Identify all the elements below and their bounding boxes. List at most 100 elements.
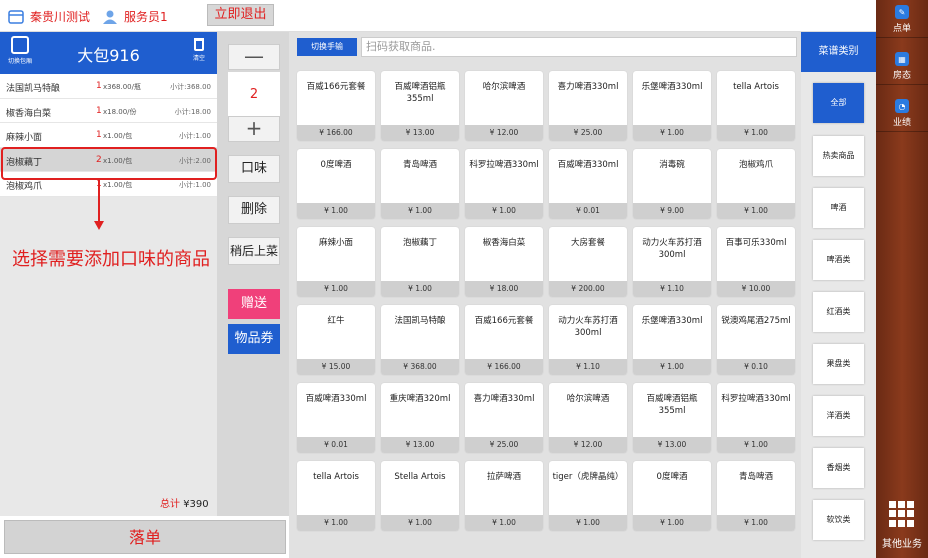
order-item-price: x1.00/包 <box>103 132 133 140</box>
product-card[interactable]: 喜力啤酒330ml ¥ 25.00 <box>549 71 627 141</box>
order-header: 切换包厢 大包916 清空 <box>0 32 217 74</box>
category-item[interactable]: 洋酒类 <box>813 396 864 436</box>
order-item-price: x1.00/包 <box>103 181 133 189</box>
product-card[interactable]: 乐堡啤酒330ml ¥ 1.00 <box>633 305 711 375</box>
category-item[interactable]: 软饮类 <box>813 500 864 540</box>
product-card[interactable]: 百威啤酒铝瓶355ml ¥ 13.00 <box>633 383 711 453</box>
product-card[interactable]: 椒香海白菜 ¥ 18.00 <box>465 227 543 297</box>
product-card[interactable]: tella Artois ¥ 1.00 <box>297 461 375 531</box>
category-item[interactable]: 啤酒类 <box>813 240 864 280</box>
product-card[interactable]: 百威啤酒330ml ¥ 0.01 <box>297 383 375 453</box>
product-card[interactable]: 0度啤酒 ¥ 1.00 <box>633 461 711 531</box>
product-name: 消毒碗 <box>659 160 685 170</box>
other-business-label[interactable]: 其他业务 <box>876 535 928 550</box>
sidebar-item-order[interactable]: ✎ 点单 <box>876 0 928 38</box>
gift-button[interactable]: 赠送 <box>228 289 280 319</box>
product-card[interactable]: 泡椒藕丁 ¥ 1.00 <box>381 227 459 297</box>
product-card[interactable]: tella Artois ¥ 1.00 <box>717 71 795 141</box>
product-price: ¥ 12.00 <box>465 125 543 141</box>
product-price: ¥ 0.10 <box>717 359 795 375</box>
product-card[interactable]: 百威166元套餐 ¥ 166.00 <box>297 71 375 141</box>
product-name: 哈尔滨啤酒 <box>482 82 526 92</box>
product-price: ¥ 1.00 <box>381 281 459 297</box>
quantity-display: 2 <box>228 72 280 118</box>
product-card[interactable]: 科罗拉啤酒330ml ¥ 1.00 <box>465 149 543 219</box>
product-card[interactable]: 百威啤酒铝瓶355ml ¥ 13.00 <box>381 71 459 141</box>
product-price: ¥ 12.00 <box>549 437 627 453</box>
order-item-qty: 1 <box>96 105 102 116</box>
delete-button[interactable]: 删除 <box>228 196 280 224</box>
product-price: ¥ 1.00 <box>633 515 711 531</box>
product-price: ¥ 18.00 <box>465 281 543 297</box>
product-name: 喜力啤酒330ml <box>473 394 535 404</box>
category-all[interactable]: 全部 <box>813 83 864 123</box>
product-card[interactable]: 哈尔滨啤酒 ¥ 12.00 <box>465 71 543 141</box>
voucher-button[interactable]: 物品券 <box>228 324 280 354</box>
product-name: 百威啤酒330ml <box>305 394 367 404</box>
product-name: 动力火车苏打酒300ml <box>642 238 702 260</box>
store-icon <box>8 9 24 24</box>
product-card[interactable]: 重庆啤酒320ml ¥ 13.00 <box>381 383 459 453</box>
product-card[interactable]: 哈尔滨啤酒 ¥ 12.00 <box>549 383 627 453</box>
product-price: ¥ 1.10 <box>633 281 711 297</box>
increase-button[interactable]: + <box>228 116 280 142</box>
clear-button[interactable]: 清空 <box>189 38 209 62</box>
category-item[interactable]: 红酒类 <box>813 292 864 332</box>
product-price: ¥ 1.00 <box>633 359 711 375</box>
product-card[interactable]: 百事可乐330ml ¥ 10.00 <box>717 227 795 297</box>
product-card[interactable]: 锐澳鸡尾酒275ml ¥ 0.10 <box>717 305 795 375</box>
apps-grid-icon[interactable] <box>889 501 915 527</box>
product-card[interactable]: 喜力啤酒330ml ¥ 25.00 <box>465 383 543 453</box>
submit-order-button[interactable]: 落单 <box>4 520 286 554</box>
product-card[interactable]: 动力火车苏打酒300ml ¥ 1.10 <box>633 227 711 297</box>
product-name: 法国凯马特酿 <box>394 316 446 326</box>
product-card[interactable]: 麻辣小面 ¥ 1.00 <box>297 227 375 297</box>
product-card[interactable]: 乐堡啤酒330ml ¥ 1.00 <box>633 71 711 141</box>
switch-input-button[interactable]: 切换手输 <box>297 38 357 56</box>
order-row[interactable]: 椒香海白菜 1 x18.00/份 小计:18.00 <box>0 98 217 123</box>
product-card[interactable]: 科罗拉啤酒330ml ¥ 1.00 <box>717 383 795 453</box>
order-item-subtotal: 小计:1.00 <box>179 181 211 189</box>
serve-later-button[interactable]: 稍后上菜 <box>228 237 280 265</box>
category-item[interactable]: 热卖商品 <box>813 136 864 176</box>
sidebar-item-room-status[interactable]: ▦ 房态 <box>876 47 928 85</box>
order-item-subtotal: 小计:1.00 <box>179 132 211 140</box>
product-price: ¥ 1.00 <box>381 515 459 531</box>
flavor-button[interactable]: 口味 <box>228 155 280 183</box>
product-name: 乐堡啤酒330ml <box>641 82 703 92</box>
sidebar-item-performance[interactable]: ◔ 业绩 <box>876 94 928 132</box>
product-card[interactable]: 拉萨啤酒 ¥ 1.00 <box>465 461 543 531</box>
order-item-subtotal: 小计:368.00 <box>170 83 211 91</box>
product-card[interactable]: tiger（虎牌晶纯） ¥ 1.00 <box>549 461 627 531</box>
product-card[interactable]: 红牛 ¥ 15.00 <box>297 305 375 375</box>
product-card[interactable]: 消毒碗 ¥ 9.00 <box>633 149 711 219</box>
product-price: ¥ 1.00 <box>465 515 543 531</box>
order-item-qty: 1 <box>96 81 102 91</box>
scan-input[interactable]: 扫码获取商品. <box>361 37 797 57</box>
category-item[interactable]: 果盘类 <box>813 344 864 384</box>
decrease-button[interactable]: — <box>228 44 280 70</box>
product-card[interactable]: Stella Artois ¥ 1.00 <box>381 461 459 531</box>
category-item[interactable]: 啤酒 <box>813 188 864 228</box>
category-item[interactable]: 香烟类 <box>813 448 864 488</box>
product-name: 泡椒鸡爪 <box>738 160 773 170</box>
product-card[interactable]: 百威啤酒330ml ¥ 0.01 <box>549 149 627 219</box>
product-card[interactable]: 泡椒鸡爪 ¥ 1.00 <box>717 149 795 219</box>
order-total: 总计 ¥390 <box>160 495 209 510</box>
highlight-box <box>1 147 217 180</box>
product-card[interactable]: 大房套餐 ¥ 200.00 <box>549 227 627 297</box>
order-row[interactable]: 麻辣小面 1 x1.00/包 小计:1.00 <box>0 123 217 148</box>
product-card[interactable]: 百威166元套餐 ¥ 166.00 <box>465 305 543 375</box>
product-card[interactable]: 动力火车苏打酒300ml ¥ 1.10 <box>549 305 627 375</box>
product-card[interactable]: 0度啤酒 ¥ 1.00 <box>297 149 375 219</box>
product-name: tiger（虎牌晶纯） <box>552 472 624 482</box>
exit-button[interactable]: 立即退出 <box>207 4 274 26</box>
product-card[interactable]: 法国凯马特酿 ¥ 368.00 <box>381 305 459 375</box>
top-bar: 秦贵川测试 服务员1 立即退出 <box>0 0 876 32</box>
order-row[interactable]: 法国凯马特酿 1 x368.00/瓶 小计:368.00 <box>0 74 217 99</box>
room-status-icon: ▦ <box>895 52 909 66</box>
product-card[interactable]: 青岛啤酒 ¥ 1.00 <box>717 461 795 531</box>
product-card[interactable]: 青岛啤酒 ¥ 1.00 <box>381 149 459 219</box>
category-panel: 菜谱类别 全部 热卖商品 啤酒 啤酒类 红酒类 果盘类 洋酒类 香烟类 软饮类 <box>801 32 876 558</box>
product-name: 喜力啤酒330ml <box>557 82 619 92</box>
